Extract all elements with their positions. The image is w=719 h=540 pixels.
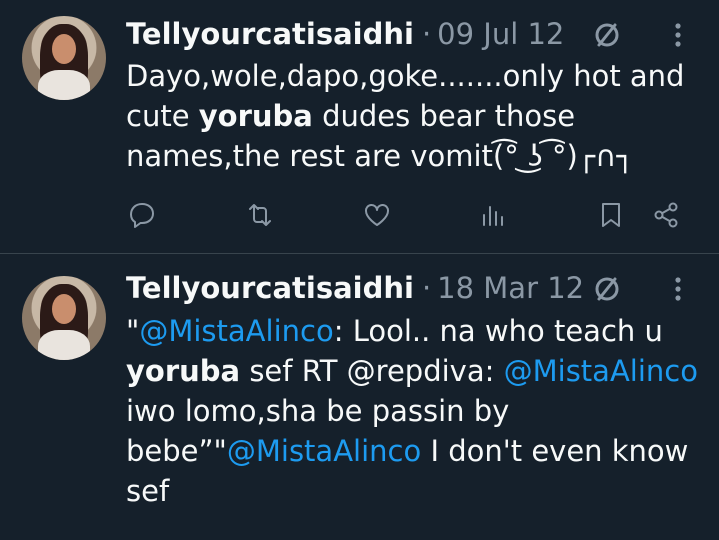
mention-link[interactable]: @MistaAlinco [227, 434, 421, 468]
tweet-text: "@MistaAlinco: Lool.. na who teach u yor… [126, 314, 698, 508]
tweet[interactable]: Tellyourcatisaidhi · 18 Mar 12 "@MistaAlin… [0, 254, 719, 540]
reply-icon[interactable] [126, 199, 158, 231]
tweet-date[interactable]: 09 Jul 12 [437, 17, 564, 51]
retweet-icon[interactable] [244, 199, 276, 231]
tweet-date[interactable]: 18 Mar 12 [437, 271, 584, 305]
tweet-header: Tellyourcatisaidhi · 09 Jul 12 [126, 14, 699, 54]
muted-icon[interactable] [592, 20, 622, 50]
separator: · [421, 17, 432, 51]
more-options-icon[interactable] [668, 20, 688, 50]
author-name[interactable]: Tellyourcatisaidhi [126, 271, 414, 305]
tweet-text: Dayo,wole,dapo,goke.......only hot and c… [126, 59, 685, 173]
muted-icon[interactable] [592, 274, 622, 304]
share-icon[interactable] [650, 199, 682, 231]
views-icon[interactable] [477, 199, 509, 231]
author-name[interactable]: Tellyourcatisaidhi [126, 17, 414, 51]
tweet-header: Tellyourcatisaidhi · 18 Mar 12 [126, 268, 699, 308]
mention-link[interactable]: @MistaAlinco [139, 314, 333, 348]
avatar[interactable] [22, 276, 106, 360]
like-icon[interactable] [361, 199, 393, 231]
tweet-actions [0, 193, 719, 237]
mention-link[interactable]: @MistaAlinco [504, 354, 698, 388]
more-options-icon[interactable] [668, 274, 688, 304]
separator: · [421, 271, 432, 305]
avatar[interactable] [22, 16, 106, 100]
bookmark-icon[interactable] [595, 199, 627, 231]
tweet[interactable]: Tellyourcatisaidhi · 09 Jul 12 Dayo,wole,d… [0, 0, 719, 254]
